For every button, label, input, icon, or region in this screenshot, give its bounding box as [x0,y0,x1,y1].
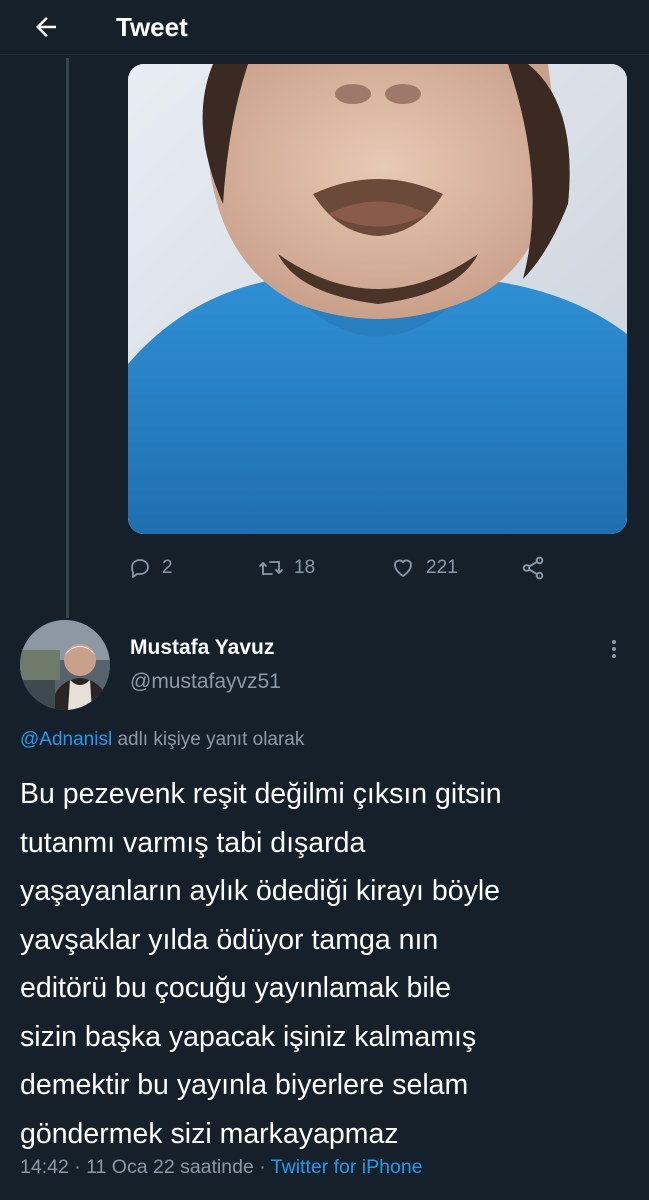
top-bar: Tweet [0,0,649,55]
more-options-button[interactable] [599,634,629,664]
heart-icon [394,559,412,577]
reply-count: 2 [162,557,173,578]
author-name[interactable]: Mustafa Yavuz [130,636,274,660]
share-button[interactable] [520,555,546,581]
back-button[interactable] [26,7,66,47]
tweet-metadata: 14:42 · 11 Oca 22 saatinde · Twitter for… [20,1156,423,1179]
tweet-timestamp: 14:42 · 11 Oca 22 saatinde · [20,1156,271,1178]
tweet-source-link[interactable]: Twitter for iPhone [271,1156,423,1178]
retweet-count: 18 [294,557,316,578]
retweet-button[interactable]: 18 [258,556,315,580]
tweet-body-text: Bu pezevenk reşit değilmi çıksın gitsin … [20,778,502,1150]
share-icon [522,556,544,580]
profile-photo-image [20,620,110,710]
avatar[interactable] [20,620,110,710]
more-vertical-icon [612,640,616,658]
reply-bubble-icon [131,559,149,578]
like-count: 221 [426,557,458,578]
tweet-media-video[interactable] [128,64,627,534]
author-handle[interactable]: @mustafayvz51 [130,670,281,694]
video-frame-image [128,64,627,534]
tweet-action-bar: 2 18 221 [128,548,568,588]
arrow-left-icon [36,17,56,37]
retweet-icon [259,561,283,575]
reply-button[interactable]: 2 [128,556,173,580]
reply-context: @Adnanisl adlı kişiye yanıt olarak [20,729,304,751]
tweet-author-row: Mustafa Yavuz @mustafayvz51 [20,618,629,710]
reply-context-text: adlı kişiye yanıt olarak [112,729,305,750]
page-title: Tweet [116,11,188,42]
like-button[interactable]: 221 [390,556,458,580]
thread-connector-line [66,58,69,618]
reply-mention-link[interactable]: @Adnanisl [20,729,112,750]
